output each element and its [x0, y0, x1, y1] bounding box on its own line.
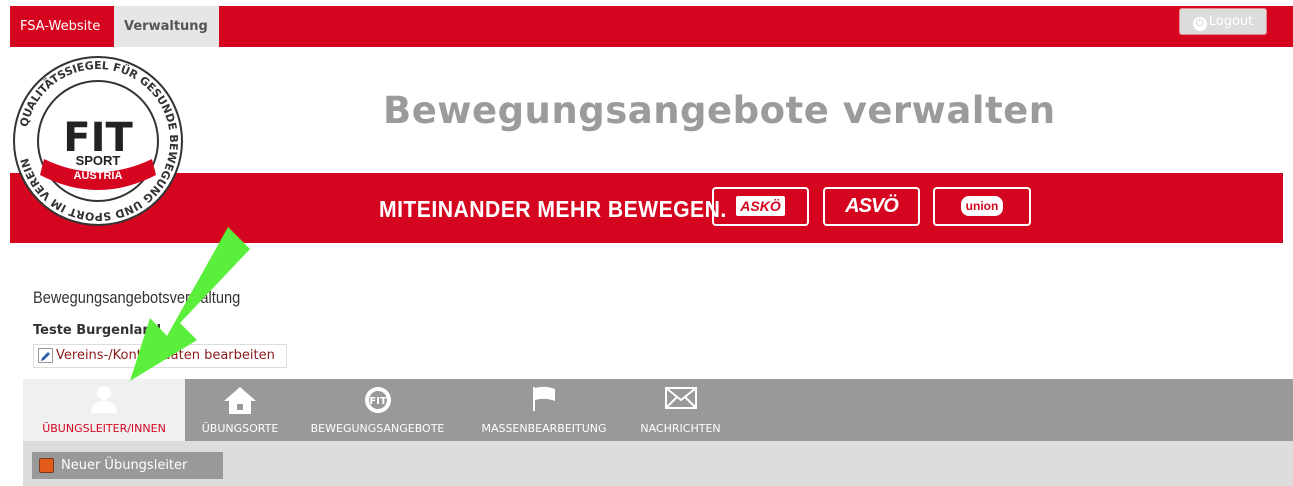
top-navigation-bar: FSA-Website Verwaltung ⏻ Logout [10, 6, 1293, 47]
verwaltung-tab[interactable]: Verwaltung [114, 6, 219, 47]
edit-link-label: Vereins-/Kontaktdaten bearbeiten [56, 348, 275, 363]
tab-toolbar: Neuer Übungsleiter [23, 441, 1293, 486]
logout-label: Logout [1208, 14, 1254, 29]
flag-icon [533, 386, 555, 411]
fit-sport-austria-logo: QUALITÄTSSIEGEL FÜR GESUNDE BEWEGUNG UND… [13, 56, 183, 226]
tab-label: BEWEGUNGSANGEBOTE [310, 422, 445, 435]
home-icon [224, 387, 256, 414]
tab-label: ÜBUNGSORTE [201, 422, 279, 435]
page-headline: Bewegungsangebote verwalten [383, 89, 1056, 132]
tab-label: NACHRICHTEN [640, 422, 721, 435]
tab-uebungsleiter[interactable]: ÜBUNGSLEITER/INNEN [23, 379, 185, 441]
svg-text:FIT: FIT [369, 396, 387, 407]
main-tab-bar: ÜBUNGSLEITER/INNEN ÜBUNGSORTE FIT BEWEGU… [23, 379, 1293, 441]
tab-bewegungsangebote[interactable]: FIT BEWEGUNGSANGEBOTE [295, 379, 460, 441]
logo-austria-text: AUSTRIA [74, 170, 123, 182]
section-title: Bewegungsangebotsverwaltung [33, 288, 241, 307]
logout-button[interactable]: ⏻ Logout [1179, 8, 1267, 35]
club-name: Teste Burgenland [33, 323, 161, 338]
fit-logo-icon: FIT [364, 387, 391, 413]
fsa-website-link[interactable]: FSA-Website [10, 6, 114, 47]
tab-label: MASSENBEARBEITUNG [481, 422, 607, 435]
slogan-text: MITEINANDER MEHR BEWEGEN. [379, 196, 727, 222]
envelope-icon [664, 387, 697, 409]
tab-label: ÜBUNGSLEITER/INNEN [42, 422, 166, 435]
person-icon [91, 386, 117, 413]
new-trainer-button[interactable]: Neuer Übungsleiter [32, 452, 223, 479]
union-logo: union [933, 187, 1031, 226]
new-trainer-label: Neuer Übungsleiter [61, 458, 188, 473]
tab-nachrichten[interactable]: NACHRICHTEN [628, 379, 733, 441]
add-user-icon [39, 458, 54, 473]
tab-uebungsorte[interactable]: ÜBUNGSORTE [185, 379, 295, 441]
pencil-icon [38, 348, 53, 363]
asko-logo: ASKÖ [712, 187, 809, 226]
logo-sport-text: SPORT [76, 153, 121, 168]
tab-massenbearbeitung[interactable]: MASSENBEARBEITUNG [460, 379, 628, 441]
power-icon: ⏻ [1192, 17, 1207, 31]
edit-club-data-link[interactable]: Vereins-/Kontaktdaten bearbeiten [33, 344, 287, 368]
asvo-logo: ASVÖ [823, 187, 920, 226]
